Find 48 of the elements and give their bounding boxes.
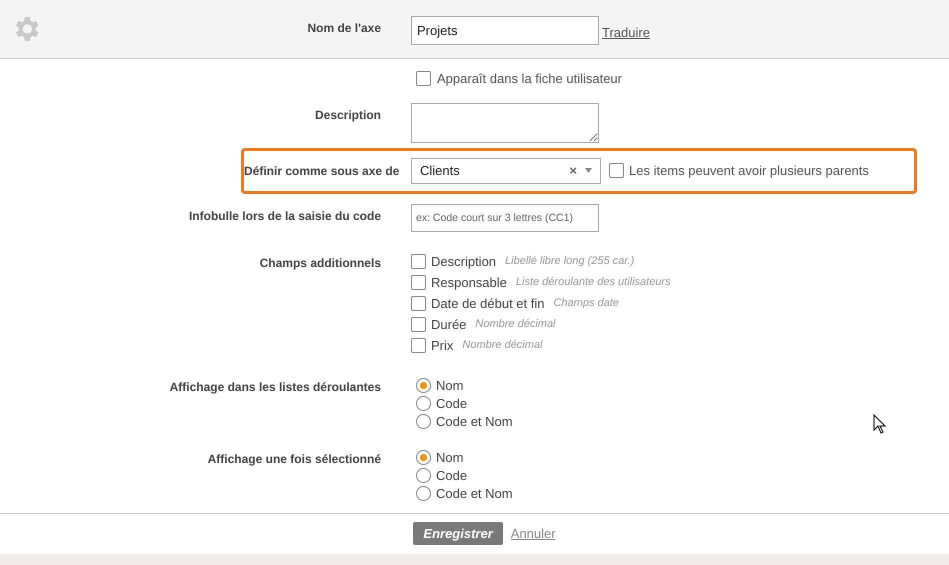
checkbox-label: Les items peuvent avoir plusieurs parents xyxy=(629,162,869,180)
checkbox[interactable] xyxy=(411,296,426,311)
radio-button[interactable] xyxy=(416,396,431,411)
field-label: Nom de l'axe xyxy=(307,20,381,37)
radio-button[interactable] xyxy=(416,486,431,501)
checkbox[interactable] xyxy=(411,338,426,353)
field-hint: Nombre décimal xyxy=(475,317,556,332)
checkbox-label: Prix xyxy=(431,336,454,355)
field-hint: Champs date xyxy=(553,296,619,312)
cursor-icon xyxy=(873,414,886,434)
checkbox-label: Responsable xyxy=(431,274,507,292)
checkbox-label: Durée xyxy=(431,316,466,334)
tooltip-field[interactable]: ex: Code court sur 3 lettres (CC1) xyxy=(411,204,599,232)
radio-label: Code xyxy=(436,394,468,413)
description-field[interactable] xyxy=(411,102,599,142)
radio-button[interactable] xyxy=(416,378,431,393)
field-label: Infobulle lors de la saisie du code xyxy=(188,208,381,224)
checkbox[interactable] xyxy=(609,163,624,178)
field-label: Affichage une fois sélectionné xyxy=(208,450,381,468)
field-label: Champs additionnels xyxy=(260,254,381,272)
field-hint: Nombre décimal xyxy=(462,338,542,354)
field-hint: Liste déroulante des utilisateurs xyxy=(516,275,671,290)
cancel-link[interactable]: Annuler xyxy=(510,524,556,544)
checkbox-label: Apparaît dans la fiche utilisateur xyxy=(437,70,622,88)
radio-label: Nom xyxy=(436,448,464,467)
translate-link[interactable]: Traduire xyxy=(602,23,650,42)
checkbox[interactable] xyxy=(416,71,431,86)
save-button[interactable]: Enregistrer xyxy=(413,522,503,545)
checkbox[interactable] xyxy=(411,317,426,332)
radio-label: Nom xyxy=(436,376,464,395)
radio-button[interactable] xyxy=(416,414,431,429)
radio-button[interactable] xyxy=(416,468,431,483)
radio-label: Code et Nom xyxy=(436,412,513,431)
checkbox[interactable] xyxy=(411,275,426,290)
parent-axis-select[interactable]: Clients × xyxy=(411,158,601,184)
field-label: Affichage dans les listes déroulantes xyxy=(170,378,381,396)
radio-label: Code xyxy=(436,466,468,485)
field-label: Définir comme sous axe de xyxy=(244,162,400,180)
checkbox[interactable] xyxy=(411,254,426,269)
field-hint: Libellé libre long (255 car.) xyxy=(505,254,634,270)
clear-icon[interactable]: × xyxy=(569,160,577,180)
caret-icon xyxy=(585,168,592,173)
checkbox-label: Description xyxy=(431,252,496,271)
radio-button[interactable] xyxy=(416,450,431,465)
field-label: Description xyxy=(314,106,381,124)
checkbox-label: Date de début et fin xyxy=(431,294,544,313)
axis-name-field[interactable]: Projets xyxy=(411,16,599,45)
radio-label: Code et Nom xyxy=(436,484,513,503)
